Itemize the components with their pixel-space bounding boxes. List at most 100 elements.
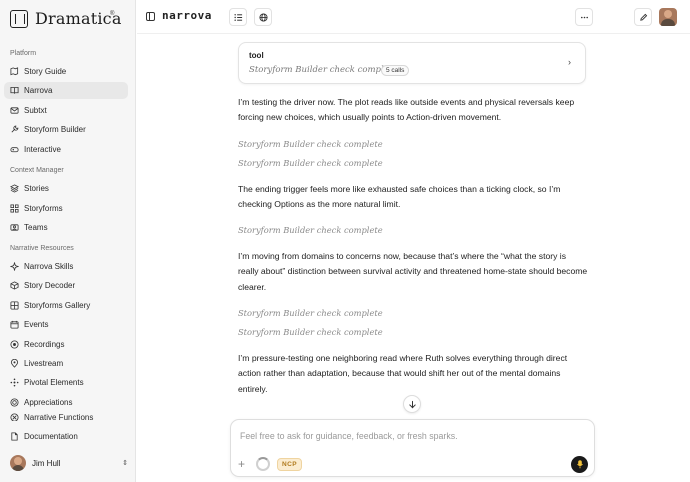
sidebar-item-label: Interactive [24,144,61,154]
gamepad-icon [10,145,19,154]
team-icon [10,223,19,232]
doc-icon [10,432,19,441]
sidebar-item-interactive[interactable]: Interactive [4,141,128,158]
tool-status-line: Storyform Builder check complete [238,225,383,235]
top-bar: narrova [137,0,690,34]
sidebar-item-label: Narrova Skills [24,262,74,271]
sidebar-item-label: Storyforms [24,203,63,213]
gallery-icon [10,301,19,310]
sidebar-item-label: Subtxt [24,105,47,115]
sidebar-item-narrative-functions[interactable]: Narrative Functions [4,413,128,422]
assistant-message: I’m pressure-testing one neighboring rea… [238,353,568,394]
sidebar-item-story-decoder[interactable]: Story Decoder [4,277,128,294]
loading-spinner-icon [256,457,270,471]
section-label-context-manager: Context Manager [10,167,64,174]
tool-status-line: Storyform Builder check complete [238,158,383,168]
more-options-button[interactable] [575,8,593,26]
sidebar-item-stories[interactable]: Stories [4,180,128,197]
sidebar-item-livestream[interactable]: Livestream [4,355,128,372]
sidebar-item-label: Storyforms Gallery [24,300,91,310]
mail-icon [10,106,19,115]
sidebar-item-label: Stories [24,184,49,193]
brand[interactable]: Dramatica ® [10,9,122,28]
chevron-up-down-icon: ⇕ [122,460,128,467]
sidebar-item-label: Narrative Functions [24,413,94,422]
microphone-button[interactable] [571,456,588,473]
microphone-icon [576,460,583,469]
ncp-badge[interactable]: NCP [277,458,302,471]
sidebar-item-story-guide[interactable]: Story Guide [4,63,128,80]
sidebar-item-label: Livestream [24,359,64,368]
arrow-down-icon [408,400,416,408]
brand-name: Dramatica [35,9,122,28]
sidebar-item-recordings[interactable]: Recordings [4,336,128,353]
sidebar-item-label: Recordings [24,339,65,349]
tool-card-status: Storyform Builder check complete [249,65,398,75]
pin-icon [10,359,19,368]
add-attachment-icon[interactable]: + [238,458,245,470]
sidebar-item-label: Teams [24,223,48,233]
sidebar-item-documentation[interactable]: Documentation [4,428,128,445]
sidebar-item-narrova[interactable]: Narrova [4,82,128,100]
book-icon [10,86,19,95]
sidebar-item-label: Story Guide [24,67,67,76]
assistant-message: The ending trigger feels more like exhau… [238,184,561,210]
sidebar-toggle-icon[interactable] [146,12,155,21]
wrench-icon [10,125,19,134]
globe-button[interactable] [254,8,272,26]
tool-card-title: tool [249,51,264,60]
sidebar-item-label: Storyform Builder [24,125,86,135]
sidebar-item-storyform-builder[interactable]: Storyform Builder [4,121,128,138]
section-label-narrative-resources: Narrative Resources [10,245,74,252]
profile-avatar[interactable] [659,8,677,26]
assistant-message: I’m moving from domains to concerns now,… [238,251,588,292]
sparkle-icon [10,262,19,271]
sidebar-item-label: Pivotal Elements [24,378,84,388]
calendar-icon [10,320,19,329]
record-icon [10,340,19,349]
dramatica-logo-icon [10,9,28,28]
function-icon [10,413,19,422]
sidebar-item-pivotal-elements[interactable]: Pivotal Elements [4,374,128,391]
sidebar-item-storyforms-gallery[interactable]: Storyforms Gallery [4,297,128,314]
more-icon [580,16,588,18]
user-menu[interactable]: Jim Hull ⇕ [10,453,128,473]
map-icon [10,67,19,76]
tool-call-card[interactable]: tool Storyform Builder check complete 5 … [238,42,586,84]
scroll-to-bottom-button[interactable] [403,395,421,413]
sidebar-item-label: Story Decoder [24,281,76,291]
chevron-right-icon: › [568,57,571,67]
sidebar-item-label: Appreciations [24,397,73,407]
tool-status-line: Storyform Builder check complete [238,139,383,149]
assistant-message: I’m testing the driver now. The plot rea… [238,97,575,123]
cube-icon [10,281,19,290]
section-label-platform: Platform [10,50,37,57]
tool-status-line: Storyform Builder check complete [238,327,383,337]
sidebar-item-label: Documentation [24,432,78,441]
list-icon [233,13,242,21]
globe-icon [258,12,268,22]
sidebar-item-events[interactable]: Events [4,316,128,333]
nodes-icon [10,378,19,387]
user-avatar [10,455,26,471]
registered-mark: ® [110,11,115,17]
message-composer: + NCP [230,419,595,477]
sidebar-item-appreciations[interactable]: Appreciations [4,394,128,411]
message-input[interactable] [240,431,580,441]
sidebar-item-teams[interactable]: Teams [4,219,128,236]
tool-status-line: Storyform Builder check complete [238,308,383,318]
grid-icon [10,204,19,213]
sidebar-item-narrova-skills[interactable]: Narrova Skills [4,258,128,275]
sidebar-item-label: Events [24,320,49,330]
sidebar-item-subtxt[interactable]: Subtxt [4,102,128,119]
edit-button[interactable] [634,8,652,26]
app-title: narrova [162,9,212,22]
target-icon [10,398,19,407]
user-name: Jim Hull [32,458,61,468]
pencil-icon [639,13,647,21]
sidebar-item-label: Narrova [24,86,53,96]
stack-icon [10,184,19,193]
sidebar-item-storyforms[interactable]: Storyforms [4,200,128,217]
list-view-button[interactable] [229,8,247,26]
sidebar: Dramatica ® Platform Story Guide Narrova S… [0,0,136,482]
